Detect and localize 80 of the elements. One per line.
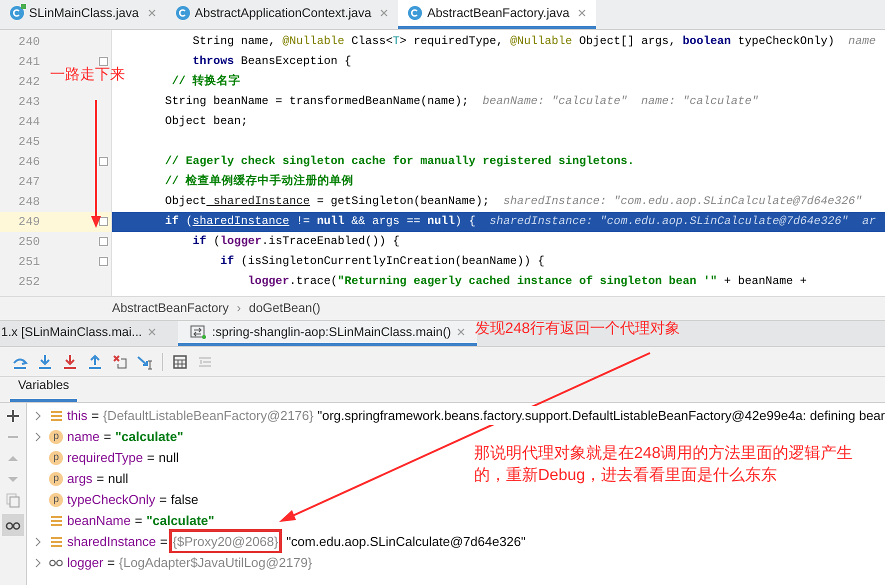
- equals-sign: =: [104, 428, 112, 446]
- line-number: 245: [17, 134, 40, 151]
- step-out-icon[interactable]: [87, 354, 103, 370]
- code-line: throws BeansException {: [192, 54, 352, 70]
- line-number: 244: [17, 114, 40, 131]
- line-number: 242: [17, 74, 40, 91]
- equals-sign: =: [147, 448, 155, 467]
- close-icon[interactable]: [457, 328, 466, 336]
- code-line: // 转换名字: [170, 73, 241, 90]
- line-number: 243: [17, 94, 40, 111]
- line-number: 250: [17, 234, 40, 251]
- line-number: 248: [17, 194, 40, 211]
- variable-name: typeCheckOnly: [67, 490, 156, 509]
- annotation-text: 那说明代理对象就是在248调用的方法里面的逻辑产生的，重新Debug，进去看看里面是什么东东: [474, 444, 854, 486]
- calculator-icon[interactable]: [172, 354, 188, 370]
- field-icon: [49, 534, 64, 548]
- breadcrumb-item[interactable]: doGetBean(): [248, 299, 320, 318]
- breadcrumb-item[interactable]: AbstractBeanFactory: [112, 299, 229, 318]
- fold-marker-icon[interactable]: [99, 257, 108, 266]
- variable-name: name: [67, 428, 100, 446]
- console-icon: [190, 325, 206, 339]
- annotation-text: 一路走下来: [50, 65, 125, 85]
- equals-sign: =: [134, 512, 142, 530]
- parameter-badge: p: [49, 472, 64, 486]
- debug-tab[interactable]: 1.x [SLinMainClass.mai...: [0, 321, 178, 346]
- line-number: 249: [17, 214, 40, 231]
- line-number: 247: [17, 174, 40, 191]
- annotation-text: 发现248行有返回一个代理对象: [475, 319, 680, 339]
- code-line: // Eagerly check singleton cache for manually registered singletons.: [165, 154, 634, 170]
- variable-name: sharedInstance: [67, 532, 156, 551]
- variable-name: args: [67, 470, 92, 488]
- run-to-cursor-icon[interactable]: [137, 354, 153, 370]
- line-number: 241: [17, 54, 40, 71]
- equals-sign: =: [160, 532, 168, 551]
- line-number: 240: [17, 34, 40, 51]
- fold-marker-icon[interactable]: [99, 237, 108, 246]
- variable-name: logger: [67, 554, 104, 572]
- variable-name: this: [67, 406, 88, 425]
- editor-tab[interactable]: AbstractApplicationContext.java: [166, 0, 398, 29]
- fold-marker-icon[interactable]: [99, 157, 108, 166]
- equals-sign: =: [159, 490, 167, 509]
- line-number: 246: [17, 154, 40, 171]
- variable-name: beanName: [67, 512, 131, 530]
- line-number: 251: [17, 254, 40, 271]
- glasses-icon[interactable]: [2, 514, 24, 536]
- code-line: Object sharedInstance = getSingleton(beanName); sharedInstance: "com.edu.aop.SLinCalculate@7d64e326": [165, 194, 862, 210]
- fold-marker-icon[interactable]: [99, 217, 108, 226]
- parameter-badge: p: [49, 492, 64, 506]
- code-line: String beanName = transformedBeanName(name); beanName: "calculate" name: "calculate": [165, 94, 759, 110]
- equals-sign: =: [91, 406, 99, 425]
- field-icon: [49, 514, 64, 528]
- close-icon[interactable]: [380, 9, 388, 17]
- code-line: // 检查单例缓存中手动注册的单例: [165, 173, 354, 190]
- code-line: if (logger.isTraceEnabled()) {: [192, 234, 400, 250]
- parameter-badge: p: [49, 450, 64, 464]
- variable-value: "org.springframework.beans.factory.support.DefaultListableBeanFactory@42e99e4a: defining bear: [317, 406, 885, 426]
- parameter-badge: p: [49, 430, 64, 444]
- class-icon: [408, 6, 422, 20]
- editor-tab[interactable]: SLinMainClass.java: [0, 0, 166, 29]
- field-icon: [49, 408, 64, 422]
- editor-tab[interactable]: AbstractBeanFactory.java: [398, 0, 596, 29]
- close-icon[interactable]: [148, 328, 156, 336]
- close-icon[interactable]: [148, 9, 156, 17]
- class-icon: [176, 6, 190, 20]
- step-into-icon[interactable]: [37, 354, 53, 370]
- breadcrumb-separator: ›: [236, 300, 241, 318]
- force-step-into-icon[interactable]: [62, 354, 78, 370]
- variable-name: requiredType: [67, 448, 144, 467]
- code-line: logger.trace("Returning eagerly cached instance of singleton bean '" + beanName +: [246, 274, 807, 290]
- code-line: String name, @Nullable Class<T> requiredType, @Nullable Object[] args, boolean typeCheckOnly) name: [192, 34, 876, 50]
- fold-marker-icon[interactable]: [99, 57, 108, 66]
- equals-sign: =: [96, 470, 104, 488]
- equals-sign: =: [107, 554, 115, 572]
- code-line: Object bean;: [165, 114, 248, 130]
- variable-value: {$Proxy20@2068}: [172, 532, 280, 552]
- code-line: if (isSingletonCurrentlyInCreation(beanName)) {: [219, 254, 545, 270]
- class-icon: [10, 6, 24, 20]
- line-number: 252: [17, 274, 40, 291]
- drop-frame-icon[interactable]: [112, 354, 128, 370]
- close-icon[interactable]: [578, 9, 586, 17]
